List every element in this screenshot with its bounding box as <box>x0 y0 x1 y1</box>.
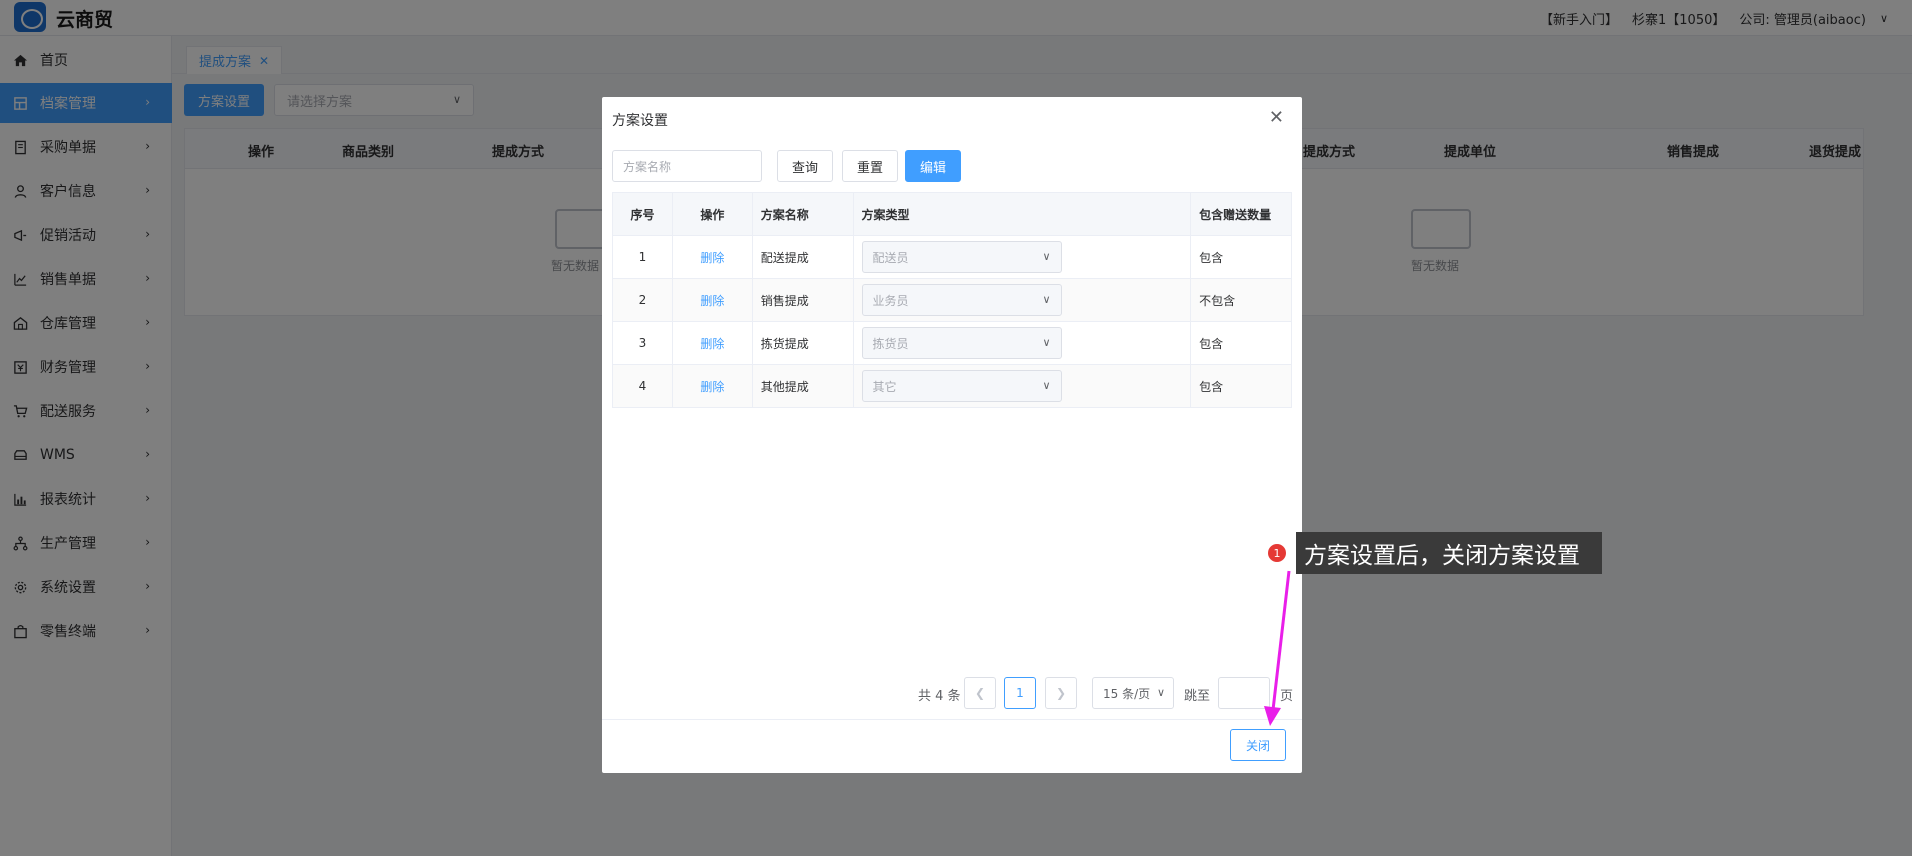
page-suffix: 页 <box>1280 689 1294 704</box>
scheme-type-select[interactable]: 其它 ∨ <box>861 370 1062 402</box>
pagination-total: 共 4 条 <box>918 689 961 704</box>
scheme-settings-dialog: 方案设置 ✕ 方案名称 查询 重置 编辑 序号 操作 方案名称 方案类型 包含赠… <box>602 97 1302 773</box>
table-row: 4 删除 其他提成 其它 ∨ 包含 <box>612 364 1292 408</box>
scheme-name-placeholder: 方案名称 <box>623 159 672 174</box>
dialog-title: 方案设置 <box>612 113 668 129</box>
scheme-type-value: 拣货员 <box>872 336 909 351</box>
delete-link[interactable]: 删除 <box>671 235 753 279</box>
chevron-down-icon: ∨ <box>1042 250 1051 263</box>
scheme-type-value: 业务员 <box>872 293 909 308</box>
reset-button[interactable]: 重置 <box>842 150 898 182</box>
row-number: 3 <box>612 321 673 365</box>
column-header: 操作 <box>671 192 753 236</box>
scheme-name: 销售提成 <box>751 278 854 322</box>
scheme-type-select[interactable]: 拣货员 ∨ <box>861 327 1062 359</box>
page-number-button[interactable]: 1 <box>1004 677 1036 709</box>
chevron-down-icon: ∨ <box>1042 293 1051 306</box>
column-header: 序号 <box>612 192 673 236</box>
delete-link[interactable]: 删除 <box>671 364 753 408</box>
annotation-callout: 方案设置后，关闭方案设置 <box>1296 532 1602 574</box>
include-gift: 包含 <box>1190 321 1292 365</box>
step-badge: 1 <box>1268 544 1286 562</box>
scheme-type-cell: 拣货员 ∨ <box>852 321 1192 365</box>
include-gift: 不包含 <box>1190 278 1292 322</box>
column-header: 方案类型 <box>852 192 1192 236</box>
scheme-type-value: 其它 <box>872 379 897 394</box>
scheme-type-select[interactable]: 业务员 ∨ <box>861 284 1062 316</box>
close-icon[interactable]: ✕ <box>1269 107 1284 128</box>
jump-label: 跳至 <box>1184 689 1211 704</box>
scheme-type-cell: 业务员 ∨ <box>852 278 1192 322</box>
chevron-down-icon: ∨ <box>1042 379 1051 392</box>
page-size-value: 15 条/页 <box>1103 686 1151 701</box>
scheme-name: 其他提成 <box>751 364 854 408</box>
scheme-table: 序号 操作 方案名称 方案类型 包含赠送数量 1 删除 配送提成 配送员 ∨ 包… <box>612 192 1292 408</box>
table-row: 3 删除 拣货提成 拣货员 ∨ 包含 <box>612 321 1292 365</box>
column-header: 方案名称 <box>751 192 854 236</box>
row-number: 4 <box>612 364 673 408</box>
next-page-button[interactable]: ❯ <box>1045 677 1077 709</box>
include-gift: 包含 <box>1190 235 1292 279</box>
scheme-type-value: 配送员 <box>872 250 909 265</box>
close-button[interactable]: 关闭 <box>1230 729 1286 761</box>
scheme-type-select[interactable]: 配送员 ∨ <box>861 241 1062 273</box>
delete-link[interactable]: 删除 <box>671 278 753 322</box>
scheme-type-cell: 其它 ∨ <box>852 364 1192 408</box>
table-row: 2 删除 销售提成 业务员 ∨ 不包含 <box>612 278 1292 322</box>
query-button[interactable]: 查询 <box>777 150 833 182</box>
chevron-down-icon: ∨ <box>1042 336 1051 349</box>
column-header: 包含赠送数量 <box>1190 192 1292 236</box>
page-size-select[interactable]: 15 条/页 ∨ <box>1092 677 1174 709</box>
scheme-name-input[interactable]: 方案名称 <box>612 150 762 182</box>
scheme-name: 拣货提成 <box>751 321 854 365</box>
scheme-name: 配送提成 <box>751 235 854 279</box>
table-header-row: 序号 操作 方案名称 方案类型 包含赠送数量 <box>612 192 1292 236</box>
scheme-type-cell: 配送员 ∨ <box>852 235 1192 279</box>
divider <box>602 719 1302 720</box>
jump-page-input[interactable] <box>1218 677 1270 709</box>
row-number: 2 <box>612 278 673 322</box>
table-row: 1 删除 配送提成 配送员 ∨ 包含 <box>612 235 1292 279</box>
delete-link[interactable]: 删除 <box>671 321 753 365</box>
chevron-down-icon: ∨ <box>1156 686 1165 699</box>
pagination: 共 4 条 ❮ 1 ❯ 15 条/页 ∨ 跳至 页 <box>602 677 1302 709</box>
prev-page-button[interactable]: ❮ <box>964 677 996 709</box>
edit-button[interactable]: 编辑 <box>905 150 961 182</box>
row-number: 1 <box>612 235 673 279</box>
include-gift: 包含 <box>1190 364 1292 408</box>
